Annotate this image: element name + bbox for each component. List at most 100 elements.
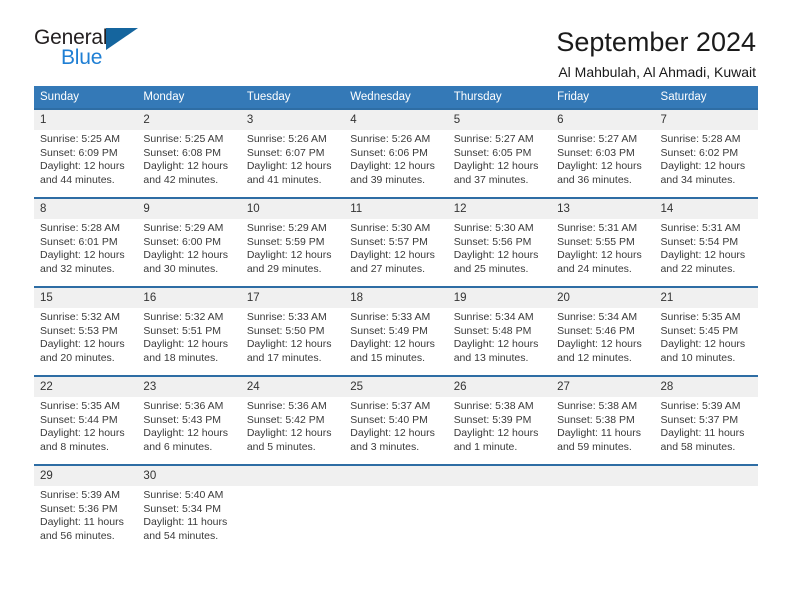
day-cell[interactable]: 3 Sunrise: 5:26 AM Sunset: 6:07 PM Daylig… [240,108,345,198]
week-row: 29 Sunrise: 5:39 AM Sunset: 5:36 PM Dayli… [34,464,758,551]
day-cell-empty [240,464,345,551]
day-cell[interactable]: 22 Sunrise: 5:35 AM Sunset: 5:44 PM Dayli… [34,375,138,465]
day-sun-info: Sunrise: 5:34 AM Sunset: 5:46 PM Dayligh… [557,311,642,364]
day-cell[interactable]: 6 Sunrise: 5:27 AM Sunset: 6:03 PM Daylig… [551,108,655,198]
day-sun-info: Sunrise: 5:33 AM Sunset: 5:50 PM Dayligh… [246,311,332,364]
day-cell[interactable]: 26 Sunrise: 5:38 AM Sunset: 5:39 PM Dayli… [447,375,552,465]
day-sun-info: Sunrise: 5:31 AM Sunset: 5:55 PM Dayligh… [557,222,642,275]
day-cell[interactable]: 4 Sunrise: 5:26 AM Sunset: 6:06 PM Daylig… [344,108,448,198]
day-sun-info: Sunrise: 5:34 AM Sunset: 5:48 PM Dayligh… [453,311,539,364]
day-number: 11 [344,199,448,219]
weekday-header-wednesday: Wednesday [344,86,448,109]
day-cell[interactable]: 18 Sunrise: 5:33 AM Sunset: 5:49 PM Dayli… [344,286,448,376]
general-blue-logo: General Blue [34,26,144,74]
day-cell[interactable]: 9 Sunrise: 5:29 AM Sunset: 6:00 PM Daylig… [137,197,241,287]
day-cell[interactable]: 20 Sunrise: 5:34 AM Sunset: 5:46 PM Dayli… [551,286,655,376]
day-cell[interactable]: 14 Sunrise: 5:31 AM Sunset: 5:54 PM Dayli… [654,197,758,287]
day-cell[interactable]: 19 Sunrise: 5:34 AM Sunset: 5:48 PM Dayli… [447,286,552,376]
day-number: 6 [551,110,655,130]
day-sun-info: Sunrise: 5:30 AM Sunset: 5:57 PM Dayligh… [350,222,435,275]
day-number: 3 [240,110,345,130]
day-sun-info: Sunrise: 5:37 AM Sunset: 5:40 PM Dayligh… [350,400,435,453]
day-cell[interactable]: 30 Sunrise: 5:40 AM Sunset: 5:34 PM Dayli… [137,464,241,551]
day-number [447,466,552,486]
day-cell[interactable]: 15 Sunrise: 5:32 AM Sunset: 5:53 PM Dayli… [34,286,138,376]
week-row: 22 Sunrise: 5:35 AM Sunset: 5:44 PM Dayli… [34,375,758,465]
day-cell[interactable]: 7 Sunrise: 5:28 AM Sunset: 6:02 PM Daylig… [654,108,758,198]
day-cell[interactable]: 24 Sunrise: 5:36 AM Sunset: 5:42 PM Dayli… [240,375,345,465]
day-sun-info: Sunrise: 5:40 AM Sunset: 5:34 PM Dayligh… [143,489,228,542]
day-cell[interactable]: 29 Sunrise: 5:39 AM Sunset: 5:36 PM Dayli… [34,464,138,551]
day-cell[interactable]: 28 Sunrise: 5:39 AM Sunset: 5:37 PM Dayli… [654,375,758,465]
day-cell[interactable]: 13 Sunrise: 5:31 AM Sunset: 5:55 PM Dayli… [551,197,655,287]
day-number: 12 [447,199,552,219]
day-number: 20 [551,288,655,308]
day-sun-info [344,486,447,489]
day-sun-info: Sunrise: 5:28 AM Sunset: 6:01 PM Dayligh… [40,222,125,275]
page-header: General Blue September 2024 Al Mahbulah,… [0,0,792,80]
day-cell[interactable]: 10 Sunrise: 5:29 AM Sunset: 5:59 PM Dayli… [240,197,345,287]
day-sun-info: Sunrise: 5:36 AM Sunset: 5:42 PM Dayligh… [246,400,332,453]
day-cell[interactable]: 23 Sunrise: 5:36 AM Sunset: 5:43 PM Dayli… [137,375,241,465]
day-number: 4 [344,110,448,130]
day-number: 18 [344,288,448,308]
weekday-header-thursday: Thursday [447,86,552,109]
day-sun-info: Sunrise: 5:38 AM Sunset: 5:39 PM Dayligh… [453,400,539,453]
day-number [344,466,448,486]
week-row: 8 Sunrise: 5:28 AM Sunset: 6:01 PM Daylig… [34,197,758,287]
day-number: 27 [551,377,655,397]
day-cell[interactable]: 17 Sunrise: 5:33 AM Sunset: 5:50 PM Dayli… [240,286,345,376]
day-sun-info [551,486,654,489]
logo-text-blue: Blue [61,46,103,69]
weekday-header-tuesday: Tuesday [240,86,345,109]
day-number: 24 [240,377,345,397]
day-sun-info: Sunrise: 5:35 AM Sunset: 5:44 PM Dayligh… [40,400,125,453]
day-sun-info: Sunrise: 5:35 AM Sunset: 5:45 PM Dayligh… [660,311,746,364]
day-sun-info [448,486,551,489]
day-number: 22 [34,377,138,397]
logo-triangle-icon [106,28,138,50]
weekday-header-friday: Friday [551,86,655,109]
calendar-table: Sunday Monday Tuesday Wednesday Thursday… [34,86,758,551]
weekday-header-sunday: Sunday [34,86,138,109]
title-block: September 2024 Al Mahbulah, Al Ahmadi, K… [556,26,758,82]
day-number: 1 [34,110,138,130]
day-sun-info: Sunrise: 5:39 AM Sunset: 5:36 PM Dayligh… [40,489,124,542]
day-sun-info: Sunrise: 5:26 AM Sunset: 6:07 PM Dayligh… [246,133,332,186]
day-cell[interactable]: 16 Sunrise: 5:32 AM Sunset: 5:51 PM Dayli… [137,286,241,376]
day-number: 23 [137,377,241,397]
day-number: 8 [34,199,138,219]
day-number: 25 [344,377,448,397]
day-number [654,466,758,486]
day-number: 10 [240,199,345,219]
day-number: 30 [137,466,241,486]
day-sun-info: Sunrise: 5:32 AM Sunset: 5:53 PM Dayligh… [40,311,125,364]
day-cell[interactable]: 27 Sunrise: 5:38 AM Sunset: 5:38 PM Dayli… [551,375,655,465]
day-sun-info: Sunrise: 5:39 AM Sunset: 5:37 PM Dayligh… [660,400,745,453]
day-cell[interactable]: 25 Sunrise: 5:37 AM Sunset: 5:40 PM Dayli… [344,375,448,465]
day-sun-info: Sunrise: 5:25 AM Sunset: 6:09 PM Dayligh… [40,133,125,186]
day-cell[interactable]: 8 Sunrise: 5:28 AM Sunset: 6:01 PM Daylig… [34,197,138,287]
day-cell[interactable]: 21 Sunrise: 5:35 AM Sunset: 5:45 PM Dayli… [654,286,758,376]
day-number: 17 [240,288,345,308]
day-sun-info: Sunrise: 5:30 AM Sunset: 5:56 PM Dayligh… [453,222,539,275]
day-number: 19 [447,288,552,308]
day-cell-empty [447,464,552,551]
day-number: 15 [34,288,138,308]
day-number: 26 [447,377,552,397]
day-number: 21 [654,288,758,308]
day-cell[interactable]: 2 Sunrise: 5:25 AM Sunset: 6:08 PM Daylig… [137,108,241,198]
day-cell-empty [654,464,758,551]
day-sun-info: Sunrise: 5:33 AM Sunset: 5:49 PM Dayligh… [350,311,435,364]
day-cell[interactable]: 12 Sunrise: 5:30 AM Sunset: 5:56 PM Dayli… [447,197,552,287]
day-number [551,466,655,486]
day-number: 9 [137,199,241,219]
day-cell[interactable]: 1 Sunrise: 5:25 AM Sunset: 6:09 PM Daylig… [34,108,138,198]
day-number: 5 [447,110,552,130]
day-sun-info [241,486,344,489]
day-cell[interactable]: 11 Sunrise: 5:30 AM Sunset: 5:57 PM Dayli… [344,197,448,287]
day-sun-info [655,486,758,489]
day-cell[interactable]: 5 Sunrise: 5:27 AM Sunset: 6:05 PM Daylig… [447,108,552,198]
day-sun-info: Sunrise: 5:28 AM Sunset: 6:02 PM Dayligh… [660,133,746,186]
calendar-body: 1 Sunrise: 5:25 AM Sunset: 6:09 PM Daylig… [34,108,758,551]
